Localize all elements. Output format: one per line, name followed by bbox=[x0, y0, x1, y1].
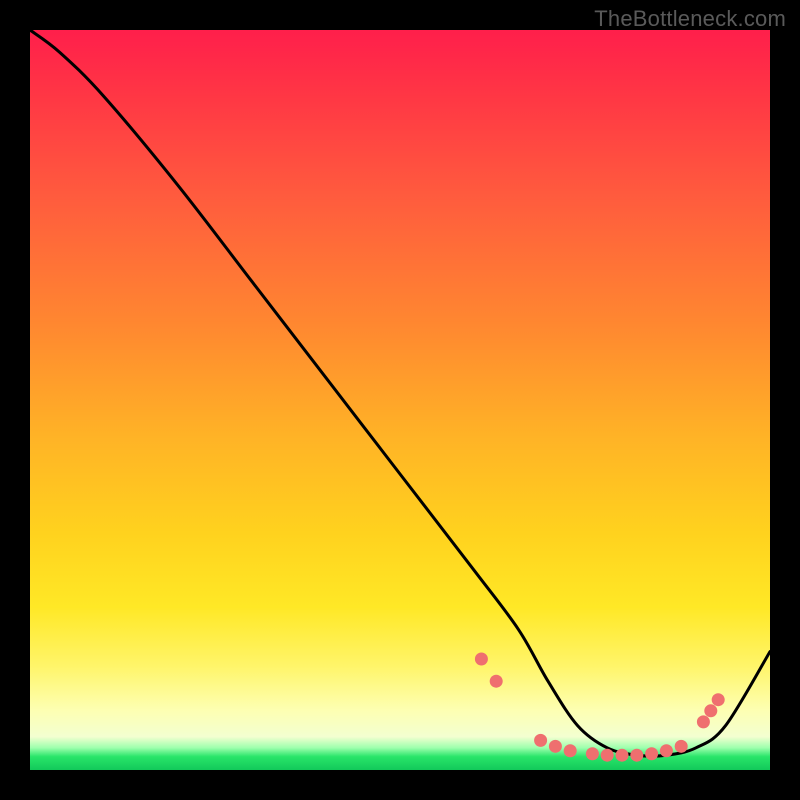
curve-marker bbox=[490, 675, 503, 688]
curve-marker bbox=[712, 693, 725, 706]
curve-marker bbox=[601, 749, 614, 762]
chart-frame: TheBottleneck.com bbox=[0, 0, 800, 800]
curve-marker bbox=[534, 734, 547, 747]
curve-marker bbox=[697, 715, 710, 728]
curve-marker bbox=[549, 740, 562, 753]
curve-marker bbox=[630, 749, 643, 762]
plot-area bbox=[30, 30, 770, 770]
curve-svg bbox=[30, 30, 770, 770]
curve-marker bbox=[475, 653, 488, 666]
curve-marker bbox=[704, 704, 717, 717]
watermark-text: TheBottleneck.com bbox=[594, 6, 786, 32]
bottleneck-curve-path bbox=[30, 30, 770, 756]
curve-marker bbox=[660, 744, 673, 757]
curve-marker bbox=[675, 740, 688, 753]
curve-marker bbox=[564, 744, 577, 757]
curve-marker bbox=[586, 747, 599, 760]
curve-marker bbox=[616, 749, 629, 762]
curve-marker bbox=[645, 747, 658, 760]
